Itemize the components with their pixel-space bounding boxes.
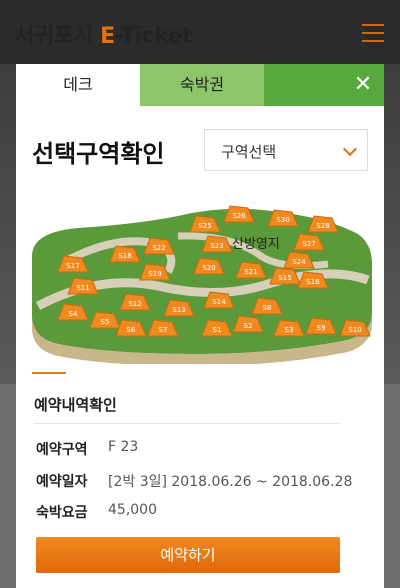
tent-label: S8 <box>263 304 272 312</box>
brand-logo[interactable]: 서귀포시 E-Ticket <box>14 18 193 50</box>
menu-icon[interactable] <box>362 24 384 42</box>
row-label: 예약일자 <box>36 474 88 490</box>
tent-label: S11 <box>76 284 89 292</box>
tent-label: S20 <box>202 264 215 272</box>
map-area-label: 산방영지 <box>232 237 280 252</box>
tent-label: S28 <box>316 222 329 230</box>
chevron-down-icon <box>342 141 358 157</box>
row-label: 예약구역 <box>36 442 88 458</box>
tent-label: S17 <box>66 262 79 270</box>
tent-label: S13 <box>172 306 185 314</box>
tent-label: S14 <box>212 298 226 306</box>
row-label: 숙박요금 <box>36 505 88 521</box>
tent-label: S30 <box>276 216 289 224</box>
tent-label: S22 <box>152 244 165 252</box>
row-value: [2박 3일] 2018.06.26 ~ 2018.06.28 <box>108 474 353 490</box>
reserve-button[interactable]: 예약하기 <box>36 537 340 573</box>
tent-label: S1 <box>213 326 222 334</box>
tent-label: S26 <box>232 212 246 220</box>
tent-label: S19 <box>148 270 161 278</box>
tab-deck[interactable]: 데크 <box>16 64 140 106</box>
tent-label: S21 <box>244 268 257 276</box>
tab-bar: 데크 숙박권 ✕ <box>16 64 384 106</box>
tent-label: S18 <box>118 252 131 260</box>
row-value: 45,000 <box>108 502 157 518</box>
tent-label: S3 <box>285 326 294 334</box>
tent-label: S23 <box>210 242 223 250</box>
tent-label: S16 <box>306 278 320 286</box>
brand-korean: 서귀포시 <box>14 24 93 49</box>
brand-ticket: -Ticket <box>114 24 193 49</box>
accent-bar <box>32 372 66 374</box>
reservation-panel: 예약내역확인 예약구역 F 23 예약일자 [2박 3일] 2018.06.26… <box>32 372 368 588</box>
tent-label: S25 <box>198 222 211 230</box>
top-header: 서귀포시 E-Ticket <box>0 0 400 64</box>
campsite-map: 산방영지 S1 S2 S3 S4 S5 S6 S7 S8 S9 S10 S11 S12 S13 S14 S1… <box>32 205 372 364</box>
zone-select-value: 구역선택 <box>221 143 277 161</box>
tent-label: S2 <box>244 322 253 330</box>
close-icon[interactable]: ✕ <box>342 64 384 106</box>
tent-label: S24 <box>292 258 306 266</box>
tent-site-s26[interactable]: S26 <box>223 205 255 223</box>
tent-label: S12 <box>128 300 141 308</box>
divider <box>34 423 340 424</box>
modal-title: 선택구역확인 <box>32 140 165 168</box>
tent-label: S15 <box>278 274 291 282</box>
tent-label: S5 <box>101 318 110 326</box>
site-select-modal: 데크 숙박권 ✕ 선택구역확인 구역선택 산방영지 S1 S2 S3 S4 S5 S6 S7… <box>16 64 384 588</box>
reservation-title: 예약내역확인 <box>34 396 117 414</box>
tab-lodging[interactable]: 숙박권 <box>140 64 264 106</box>
row-value: F 23 <box>108 439 139 455</box>
tent-label: S9 <box>317 324 326 332</box>
tent-label: S4 <box>69 310 78 318</box>
tent-label: S27 <box>302 240 315 248</box>
tent-label: S7 <box>159 326 168 334</box>
zone-select[interactable]: 구역선택 <box>204 129 368 171</box>
tent-label: S10 <box>348 326 361 334</box>
tent-label: S6 <box>127 326 136 334</box>
brand-e: E <box>100 24 115 49</box>
